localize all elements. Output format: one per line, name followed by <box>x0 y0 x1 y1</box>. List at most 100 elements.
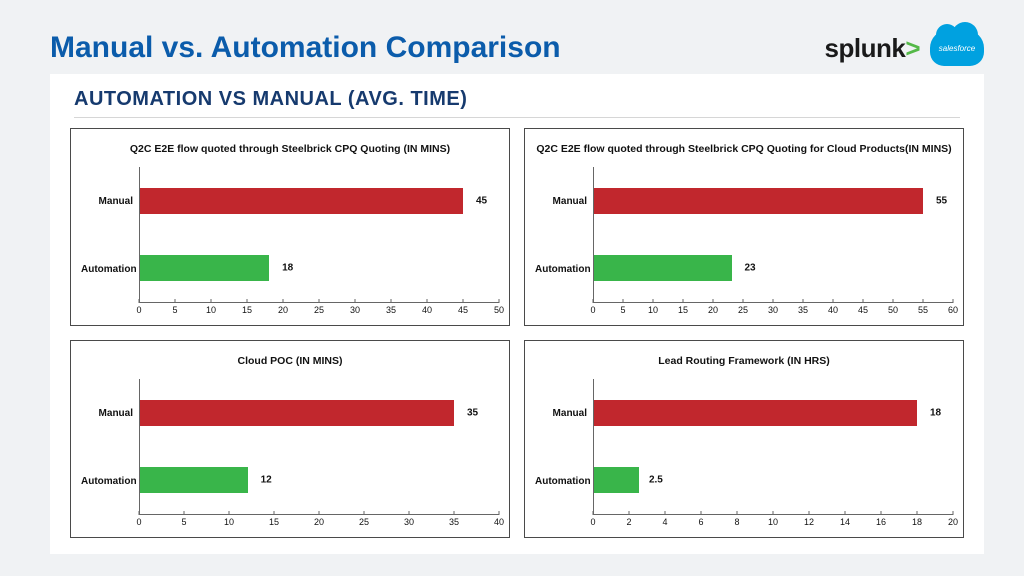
tick-mark <box>427 299 428 303</box>
y-axis-labels: ManualAutomation <box>81 167 139 321</box>
content-card: AUTOMATION VS MANUAL (AVG. TIME) Q2C E2E… <box>50 74 984 554</box>
x-tick-label: 10 <box>768 517 778 527</box>
tick-mark <box>863 299 864 303</box>
splunk-arrow-icon: > <box>905 33 920 63</box>
tick-mark <box>175 299 176 303</box>
x-tick-label: 40 <box>828 305 838 315</box>
tick-mark <box>833 299 834 303</box>
y-axis-labels: ManualAutomation <box>81 379 139 533</box>
salesforce-logo-icon: salesforce <box>930 30 984 66</box>
x-tick-label: 8 <box>734 517 739 527</box>
tick-mark <box>409 511 410 515</box>
divider <box>74 117 960 118</box>
chart-panel-2: Cloud POC (IN MINS)ManualAutomation35120… <box>70 340 510 538</box>
x-tick-label: 12 <box>804 517 814 527</box>
automation-bar: 18 <box>140 255 269 281</box>
tick-mark <box>773 299 774 303</box>
chart-title: Q2C E2E flow quoted through Steelbrick C… <box>81 137 499 161</box>
x-tick-label: 35 <box>798 305 808 315</box>
slide-root: Manual vs. Automation Comparison splunk>… <box>0 0 1024 576</box>
tick-mark <box>593 299 594 303</box>
tick-mark <box>923 299 924 303</box>
bar-value-label: 55 <box>936 195 947 206</box>
tick-mark <box>355 299 356 303</box>
tick-mark <box>364 511 365 515</box>
category-label: Automation <box>535 476 593 487</box>
x-tick-label: 6 <box>698 517 703 527</box>
tick-mark <box>319 511 320 515</box>
x-tick-label: 35 <box>386 305 396 315</box>
category-label: Manual <box>81 196 139 207</box>
y-axis-labels: Manual Automation <box>535 379 593 533</box>
tick-mark <box>499 511 500 515</box>
x-tick-label: 30 <box>404 517 414 527</box>
x-axis: 02468101214161820 <box>593 515 953 533</box>
automation-bar: 12 <box>140 467 248 493</box>
category-label: Automation <box>535 264 593 275</box>
x-tick-label: 18 <box>912 517 922 527</box>
x-tick-label: 10 <box>206 305 216 315</box>
tick-mark <box>319 299 320 303</box>
x-tick-label: 4 <box>662 517 667 527</box>
automation-bar: 23 <box>594 255 732 281</box>
chart-panel-3: Lead Routing Framework (IN HRS)ManualAut… <box>524 340 964 538</box>
x-tick-label: 25 <box>738 305 748 315</box>
chart-area: ManualAutomation451805101520253035404550 <box>81 167 499 321</box>
x-tick-label: 15 <box>678 305 688 315</box>
plot-area: 55 23 <box>593 167 953 303</box>
x-tick-label: 20 <box>708 305 718 315</box>
bar-value-label: 45 <box>476 195 487 206</box>
chart-panel-0: Q2C E2E flow quoted through Steelbrick C… <box>70 128 510 326</box>
bar-row: 18 <box>140 235 499 303</box>
tick-mark <box>665 511 666 515</box>
x-tick-label: 20 <box>948 517 958 527</box>
chart-title: Cloud POC (IN MINS) <box>81 349 499 373</box>
x-tick-label: 35 <box>449 517 459 527</box>
category-label: Manual <box>535 408 593 419</box>
x-tick-label: 2 <box>626 517 631 527</box>
splunk-logo: splunk> <box>825 33 920 64</box>
x-tick-label: 0 <box>136 517 141 527</box>
charts-grid: Q2C E2E flow quoted through Steelbrick C… <box>70 128 964 538</box>
tick-mark <box>184 511 185 515</box>
chart-panel-1: Q2C E2E flow quoted through Steelbrick C… <box>524 128 964 326</box>
tick-mark <box>881 511 882 515</box>
x-tick-label: 40 <box>422 305 432 315</box>
x-tick-label: 5 <box>620 305 625 315</box>
x-tick-label: 0 <box>136 305 141 315</box>
tick-mark <box>454 511 455 515</box>
plot-area: 3512 <box>139 379 499 515</box>
bar-row: 55 <box>594 167 953 235</box>
x-tick-label: 0 <box>590 517 595 527</box>
x-tick-label: 55 <box>918 305 928 315</box>
automation-bar: 2.5 <box>594 467 639 493</box>
x-tick-label: 20 <box>278 305 288 315</box>
x-tick-label: 25 <box>359 517 369 527</box>
plot-area: 182.5 <box>593 379 953 515</box>
tick-mark <box>773 511 774 515</box>
x-tick-label: 60 <box>948 305 958 315</box>
tick-mark <box>809 511 810 515</box>
bar-row: 12 <box>140 447 499 515</box>
tick-mark <box>283 299 284 303</box>
tick-mark <box>463 299 464 303</box>
tick-mark <box>953 299 954 303</box>
tick-mark <box>713 299 714 303</box>
tick-mark <box>845 511 846 515</box>
x-tick-label: 0 <box>590 305 595 315</box>
tick-mark <box>623 299 624 303</box>
x-axis: 0510152025303540 <box>139 515 499 533</box>
splunk-text: splunk <box>825 33 906 63</box>
tick-mark <box>653 299 654 303</box>
tick-mark <box>893 299 894 303</box>
x-tick-label: 45 <box>858 305 868 315</box>
section-title: AUTOMATION VS MANUAL (AVG. TIME) <box>74 88 964 111</box>
x-axis: 05101520253035404550 <box>139 303 499 321</box>
tick-mark <box>683 299 684 303</box>
tick-mark <box>743 299 744 303</box>
tick-mark <box>737 511 738 515</box>
tick-mark <box>803 299 804 303</box>
chart-area: ManualAutomation552305101520253035404550… <box>535 167 953 321</box>
x-tick-label: 20 <box>314 517 324 527</box>
x-tick-label: 45 <box>458 305 468 315</box>
